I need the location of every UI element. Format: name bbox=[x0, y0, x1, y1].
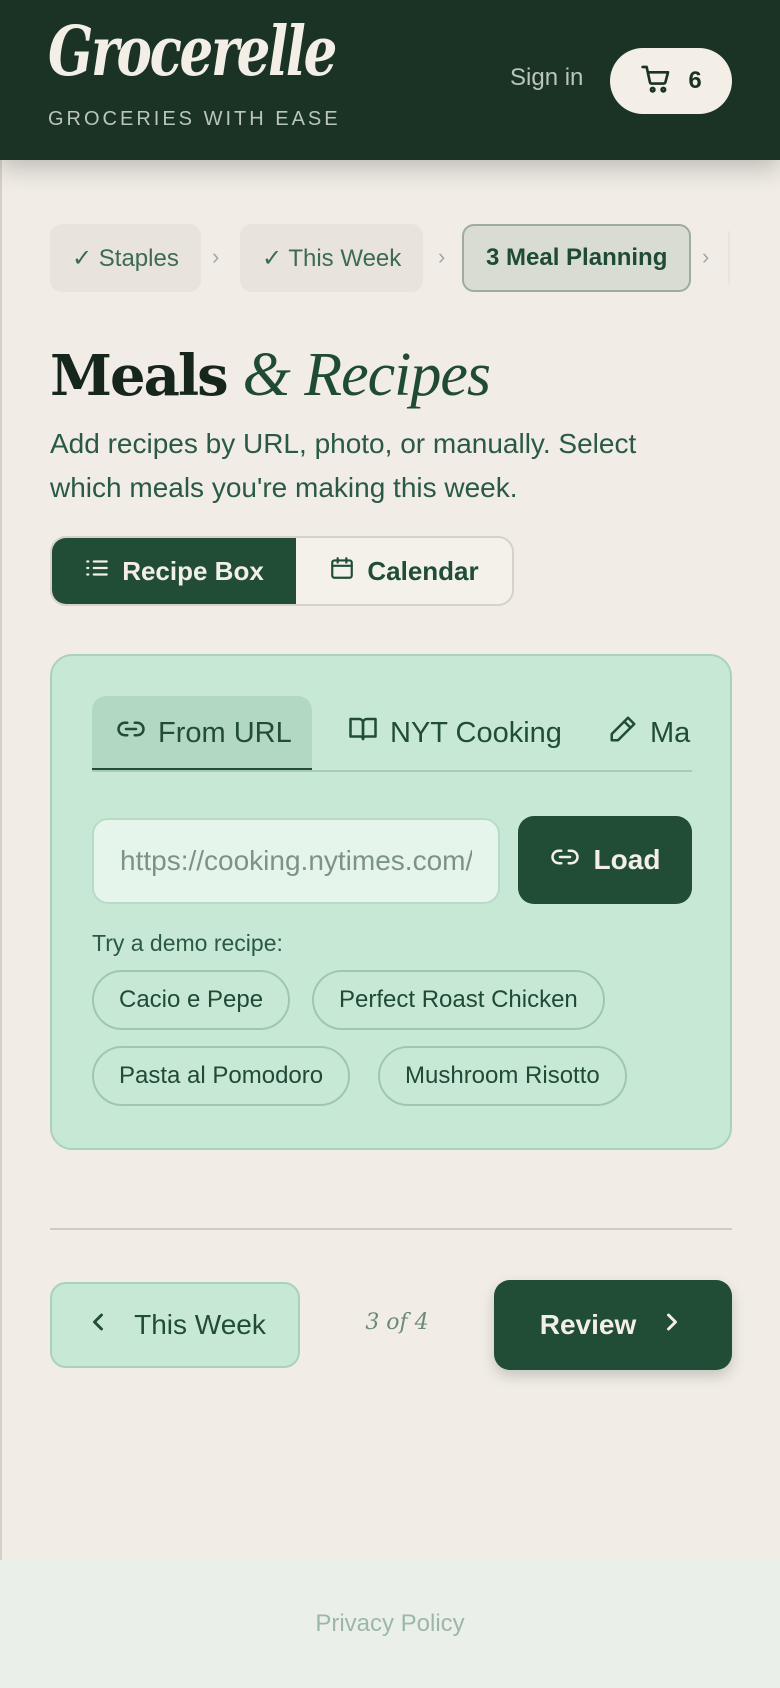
divider bbox=[50, 1228, 732, 1230]
demo-recipe-chip[interactable]: Mushroom Risotto bbox=[378, 1046, 627, 1106]
tab-manual-label: Manual bbox=[650, 716, 692, 749]
cart-icon bbox=[640, 63, 672, 100]
list-icon bbox=[84, 555, 110, 588]
demo-recipe-chip[interactable]: Cacio e Pepe bbox=[92, 970, 291, 1030]
recipe-box-toggle[interactable]: Recipe Box bbox=[52, 538, 296, 604]
pencil-icon bbox=[608, 714, 638, 752]
chevron-right-icon: › bbox=[702, 244, 710, 269]
chevron-right-icon bbox=[658, 1308, 686, 1343]
tab-nyt-cooking[interactable]: NYT Cooking bbox=[324, 696, 586, 770]
step-this-week[interactable]: ✓ This Week bbox=[240, 224, 424, 292]
page-title-accent: & Recipes bbox=[242, 341, 492, 409]
load-button[interactable]: Load bbox=[518, 816, 692, 904]
link-icon bbox=[116, 714, 146, 752]
step-progress: ✓ Staples › ✓ This Week › 3 Meal Plannin… bbox=[50, 224, 730, 292]
chevron-left-icon bbox=[84, 1308, 112, 1343]
tab-from-url[interactable]: From URL bbox=[92, 696, 312, 770]
sign-in-link[interactable]: Sign in bbox=[510, 64, 583, 92]
load-button-label: Load bbox=[593, 844, 661, 875]
chevron-right-icon: › bbox=[212, 244, 220, 269]
page-title-main: Meals bbox=[50, 343, 229, 409]
tagline: GROCERIES WITH EASE bbox=[48, 108, 341, 130]
demo-recipes-label: Try a demo recipe: bbox=[92, 930, 283, 956]
review-button-label: Review bbox=[539, 1309, 637, 1340]
back-button-label: This Week bbox=[134, 1309, 266, 1340]
tab-manual[interactable]: Manual bbox=[584, 696, 692, 770]
step-staples[interactable]: ✓ Staples bbox=[50, 224, 201, 292]
source-tabs: From URL NYT Cooking Manual bbox=[92, 696, 692, 772]
review-button[interactable]: Review bbox=[494, 1280, 732, 1370]
page-indicator: 3 of 4 bbox=[365, 1310, 429, 1335]
page-title: Meals & Recipes bbox=[50, 340, 492, 411]
recipe-box-label: Recipe Box bbox=[122, 555, 264, 586]
cart-button[interactable]: 6 bbox=[610, 48, 732, 114]
footer: Privacy Policy bbox=[0, 1560, 780, 1688]
book-open-icon bbox=[348, 714, 378, 752]
demo-recipe-chip[interactable]: Pasta al Pomodoro bbox=[92, 1046, 351, 1106]
demo-recipe-chip[interactable]: Perfect Roast Chicken bbox=[312, 970, 605, 1030]
cart-count-badge: 6 bbox=[688, 67, 702, 94]
logo[interactable]: Grocerelle bbox=[48, 12, 337, 92]
privacy-policy-link[interactable]: Privacy Policy bbox=[315, 1610, 464, 1638]
tab-nyt-cooking-label: NYT Cooking bbox=[390, 716, 562, 749]
calendar-label: Calendar bbox=[367, 555, 479, 586]
link-icon bbox=[550, 842, 580, 879]
calendar-icon bbox=[329, 555, 355, 588]
view-toggle: Recipe Box Calendar bbox=[50, 536, 514, 606]
app-header: Grocerelle GROCERIES WITH EASE Sign in 6 bbox=[0, 0, 780, 160]
recipe-url-input[interactable] bbox=[92, 818, 500, 904]
step-next-partial[interactable] bbox=[728, 224, 730, 292]
add-recipe-card: From URL NYT Cooking Manual Lo bbox=[50, 654, 732, 1150]
tab-from-url-label: From URL bbox=[158, 716, 292, 749]
calendar-toggle[interactable]: Calendar bbox=[296, 538, 512, 604]
left-border bbox=[0, 160, 2, 1560]
step-meal-planning[interactable]: 3 Meal Planning bbox=[462, 224, 692, 292]
chevron-right-icon: › bbox=[438, 244, 446, 269]
back-button[interactable]: This Week bbox=[50, 1282, 300, 1368]
page-subtitle: Add recipes by URL, photo, or manually. … bbox=[50, 428, 637, 503]
